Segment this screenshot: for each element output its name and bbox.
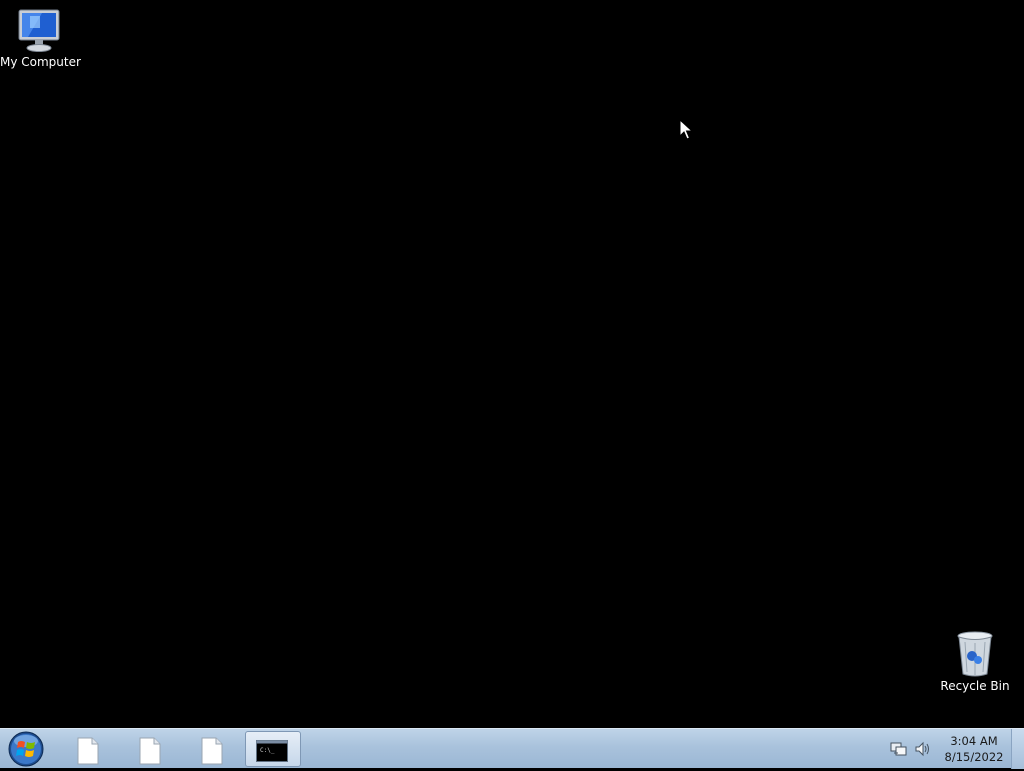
- desktop[interactable]: My Computer Recycle Bin: [0, 0, 1024, 728]
- document-icon: [77, 737, 99, 765]
- taskbar-document-button-3[interactable]: [184, 731, 240, 767]
- taskbar-command-prompt-button[interactable]: C:\_: [245, 731, 301, 767]
- taskbar-document-button-2[interactable]: [122, 731, 178, 767]
- my-computer-shortcut[interactable]: My Computer: [0, 8, 81, 69]
- recycle-bin-icon: [957, 631, 993, 677]
- my-computer-label: My Computer: [0, 55, 81, 69]
- document-icon: [139, 737, 161, 765]
- taskbar-document-button-1[interactable]: [60, 731, 116, 767]
- start-button[interactable]: [6, 730, 46, 768]
- show-desktop-button[interactable]: [1011, 729, 1024, 769]
- mouse-cursor-icon: [679, 119, 693, 140]
- windows-orb-icon: [8, 731, 44, 767]
- command-prompt-glyph: C:\_: [260, 747, 275, 754]
- recycle-bin-shortcut[interactable]: Recycle Bin: [935, 630, 1015, 693]
- taskbar: C:\_ 3:04 AM 8/15/2022: [0, 728, 1024, 769]
- computer-icon: [18, 9, 60, 52]
- clock-date: 8/15/2022: [944, 750, 1004, 764]
- clock-time: 3:04 AM: [950, 734, 998, 748]
- system-clock[interactable]: 3:04 AM 8/15/2022: [938, 733, 1010, 765]
- network-icon[interactable]: [890, 741, 908, 757]
- volume-icon[interactable]: [914, 741, 932, 757]
- command-prompt-icon: C:\_: [256, 740, 288, 762]
- document-icon: [201, 737, 223, 765]
- recycle-bin-label: Recycle Bin: [940, 679, 1010, 693]
